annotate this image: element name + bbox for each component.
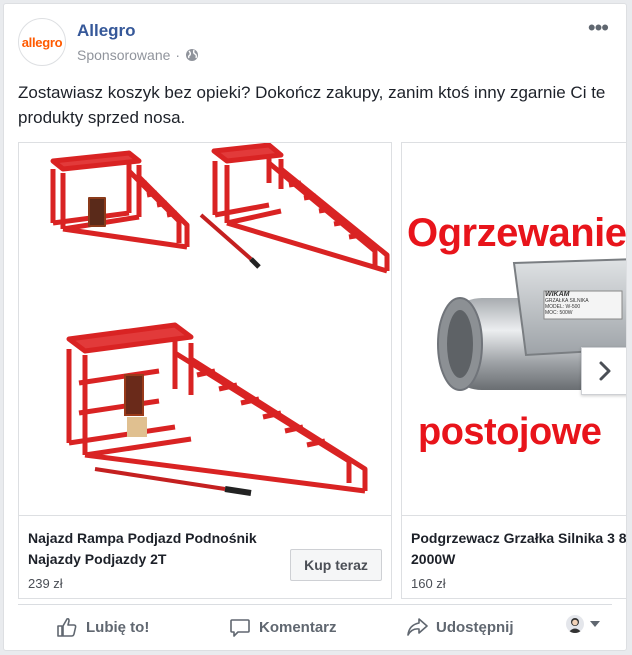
product-title[interactable]: Podgrzewacz Grzałka Silnika 3 80mm Moc: …: [411, 528, 626, 570]
carousel-next-button[interactable]: [581, 347, 626, 395]
car-ramp-illustration: [50, 143, 390, 496]
page-name-link[interactable]: Allegro: [77, 21, 136, 41]
like-label: Lubię to!: [86, 618, 150, 636]
meta-separator: ·: [175, 47, 181, 63]
card-footer: Najazd Rampa Podjazd Podnośnik Najazdy P…: [19, 515, 391, 599]
heater-heading-top: Ogrzewanie: [407, 211, 627, 255]
sponsored-label[interactable]: Sponsorowane: [77, 47, 170, 63]
post-header: allegro Allegro Sponsorowane · •••: [18, 17, 612, 66]
avatar-logo-text: allegro: [21, 34, 63, 50]
like-button[interactable]: Lubię to!: [56, 609, 149, 645]
product-image-heater[interactable]: Ogrzewanie postojowe WIKAM GRZAŁKA SILNI…: [402, 143, 627, 515]
globe-icon: [185, 48, 199, 62]
product-title[interactable]: Najazd Rampa Podjazd Podnośnik Najazdy P…: [28, 528, 283, 570]
product-carousel: Najazd Rampa Podjazd Podnośnik Najazdy P…: [18, 142, 627, 600]
caret-down-icon: [590, 621, 600, 627]
share-icon: [407, 618, 428, 636]
page-avatar[interactable]: allegro: [18, 18, 66, 66]
share-label: Udostępnij: [436, 618, 514, 636]
post-message: Zostawiasz koszyk bez opieki? Dokończ za…: [18, 83, 606, 127]
comment-button[interactable]: Komentarz: [229, 609, 337, 645]
more-options-icon[interactable]: •••: [588, 17, 609, 39]
heater-product-label: WIKAM GRZAŁKA SILNIKA MODEL: W-500 MOC: …: [545, 291, 621, 316]
heater-heading-bottom: postojowe: [418, 411, 602, 453]
thumbs-up-icon: [57, 617, 77, 637]
sponsored-post: allegro Allegro Sponsorowane · ••• Zosta…: [3, 3, 627, 651]
share-button[interactable]: Udostępnij: [406, 609, 514, 645]
post-meta: Sponsorowane ·: [77, 47, 199, 63]
card-footer: Podgrzewacz Grzałka Silnika 3 80mm Moc: …: [402, 515, 626, 599]
chevron-right-icon: [599, 361, 611, 381]
post-actions-bar: Lubię to! Komentarz Udostępnij: [18, 604, 612, 645]
audience-selector[interactable]: [566, 615, 600, 633]
comment-icon: [230, 619, 250, 637]
heater-label-line3: MOC: 500W: [545, 310, 573, 316]
product-image-ramp[interactable]: [19, 143, 391, 515]
heater-illustration: [437, 258, 626, 391]
comment-label: Komentarz: [259, 618, 337, 636]
buy-now-button[interactable]: Kup teraz: [290, 549, 382, 581]
product-price: 160 zł: [411, 576, 446, 591]
product-price: 239 zł: [28, 576, 63, 591]
user-avatar: [566, 615, 584, 633]
product-card-ramp[interactable]: Najazd Rampa Podjazd Podnośnik Najazdy P…: [18, 142, 392, 599]
